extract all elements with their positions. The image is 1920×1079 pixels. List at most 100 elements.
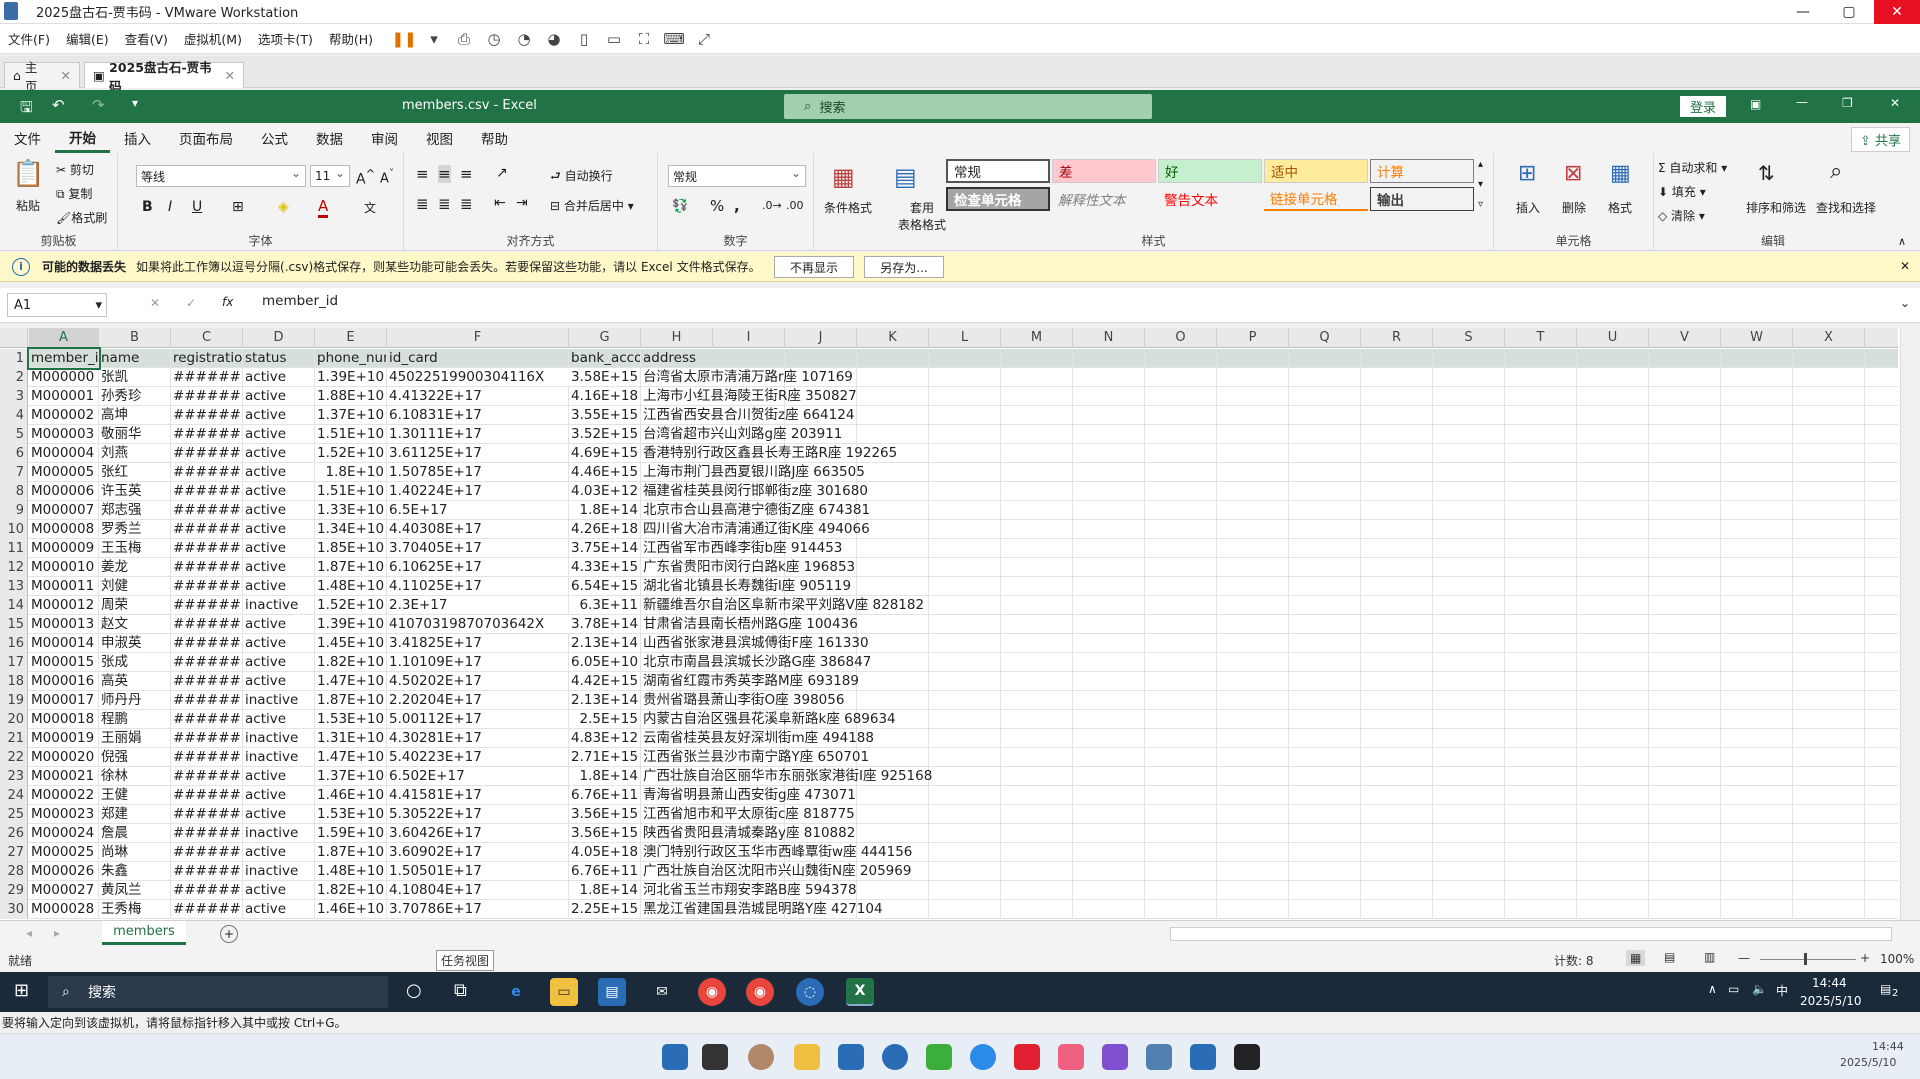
menu-help[interactable]: 帮助(H) — [321, 29, 381, 48]
revert-snapshot-icon[interactable]: ◔ — [513, 28, 535, 50]
cortana-icon[interactable]: ○ — [406, 980, 422, 1001]
empty-cell[interactable] — [1577, 710, 1649, 729]
cell[interactable]: 湖南省红霞市秀英李路M座 693189 — [641, 672, 1241, 691]
cell[interactable]: 1.52E+10 — [315, 596, 387, 615]
column-header-G[interactable]: G — [569, 328, 641, 348]
cell[interactable]: 湖北省北镇县长寿魏街l座 905119 — [641, 577, 1241, 596]
style-linked-cell[interactable]: 链接单元格 — [1264, 187, 1368, 211]
empty-cell[interactable] — [1649, 881, 1721, 900]
empty-cell[interactable] — [1433, 881, 1505, 900]
empty-cell[interactable] — [1721, 577, 1793, 596]
cell[interactable]: M000028 — [29, 900, 99, 919]
row-header[interactable]: 26 — [0, 824, 28, 843]
column-header-V[interactable]: V — [1649, 328, 1721, 348]
row-header[interactable]: 24 — [0, 786, 28, 805]
column-header-M[interactable]: M — [1001, 328, 1073, 348]
cell[interactable]: 3.75E+14 — [569, 539, 641, 558]
row-header[interactable]: 20 — [0, 710, 28, 729]
cell[interactable]: M000024 — [29, 824, 99, 843]
empty-cell[interactable] — [1505, 748, 1577, 767]
empty-cell[interactable] — [1721, 767, 1793, 786]
host-app-icon-1[interactable] — [702, 1044, 728, 1070]
cell[interactable]: 6.5E+17 — [387, 501, 569, 520]
decrease-decimal-icon[interactable]: .00 — [786, 199, 804, 212]
taskbar-search[interactable]: ⌕ 搜索 — [48, 976, 388, 1008]
cell[interactable]: 4.41581E+17 — [387, 786, 569, 805]
empty-cell[interactable] — [1721, 615, 1793, 634]
empty-cell[interactable] — [1649, 862, 1721, 881]
host-vmware-icon[interactable] — [1190, 1044, 1216, 1070]
cell[interactable]: 广西壮族自治区沈阳市兴山魏街N座 205969 — [641, 862, 1241, 881]
menu-tabs[interactable]: 选项卡(T) — [250, 29, 321, 48]
cell[interactable]: 4.10804E+17 — [387, 881, 569, 900]
host-app-icon-6[interactable] — [1102, 1044, 1128, 1070]
header-cell[interactable]: registratio — [171, 349, 243, 368]
cell[interactable]: 1.47E+10 — [315, 748, 387, 767]
zoom-slider-thumb[interactable] — [1804, 953, 1807, 965]
tab-home[interactable]: ⌂ 主页 ✕ — [4, 60, 80, 94]
column-header-E[interactable]: E — [315, 328, 387, 348]
empty-cell[interactable] — [1361, 824, 1433, 843]
find-select-button[interactable]: 查找和选择 — [1816, 199, 1876, 216]
cell[interactable]: 朱鑫 — [99, 862, 171, 881]
cut-button[interactable]: ✂ 剪切 — [56, 161, 94, 178]
empty-cell[interactable] — [1577, 862, 1649, 881]
row-header[interactable]: 19 — [0, 691, 28, 710]
cell[interactable]: 周荣 — [99, 596, 171, 615]
empty-cell[interactable] — [1505, 463, 1577, 482]
cell[interactable]: 4.30281E+17 — [387, 729, 569, 748]
cell[interactable]: 5.40223E+17 — [387, 748, 569, 767]
cell[interactable]: 王丽娟 — [99, 729, 171, 748]
header-cell[interactable]: bank_acco — [569, 349, 641, 368]
cell[interactable]: M000014 — [29, 634, 99, 653]
empty-cell[interactable] — [1793, 729, 1865, 748]
cell[interactable]: 6.502E+17 — [387, 767, 569, 786]
empty-cell[interactable] — [1505, 634, 1577, 653]
row-header[interactable]: 11 — [0, 539, 28, 558]
cell[interactable]: 1.47E+10 — [315, 672, 387, 691]
cell[interactable]: 云南省桂英县友好深圳街m座 494188 — [641, 729, 1241, 748]
style-explanatory[interactable]: 解释性文本 — [1052, 187, 1156, 211]
percent-icon[interactable]: % — [710, 197, 724, 215]
empty-cell[interactable] — [1793, 805, 1865, 824]
cell[interactable]: 江西省旭市和平太原街c座 818775 — [641, 805, 1241, 824]
cell[interactable]: 山西省张家港县滨城傅街F座 161330 — [641, 634, 1241, 653]
empty-cell[interactable] — [1361, 387, 1433, 406]
cell[interactable]: 江西省西安县合川贺街z座 664124 — [641, 406, 1241, 425]
cell[interactable]: 广西壮族自治区丽华市东丽张家港街I座 925168 — [641, 767, 1241, 786]
cell[interactable]: M000001 — [29, 387, 99, 406]
autosum-button[interactable]: Σ 自动求和 ▾ — [1658, 159, 1727, 176]
empty-cell[interactable] — [1505, 577, 1577, 596]
name-box[interactable]: A1 ▾ — [7, 293, 107, 317]
empty-cell[interactable] — [1289, 824, 1361, 843]
wrap-text-button[interactable]: ⮐ 自动换行 — [550, 167, 613, 188]
snapshot-manager-icon[interactable]: ◕ — [543, 28, 565, 50]
cell[interactable]: ####### — [171, 558, 243, 577]
cell[interactable]: M000009 — [29, 539, 99, 558]
cell[interactable]: 3.70405E+17 — [387, 539, 569, 558]
cell[interactable]: 1.8E+14 — [569, 501, 641, 520]
empty-cell[interactable] — [1361, 368, 1433, 387]
empty-cell[interactable] — [1289, 596, 1361, 615]
empty-cell[interactable] — [1433, 444, 1505, 463]
zoom-in-icon[interactable]: + — [1860, 951, 1870, 965]
cell[interactable]: 1.53E+10 — [315, 710, 387, 729]
close-icon[interactable]: ✕ — [61, 68, 71, 83]
host-app-icon-3[interactable] — [882, 1044, 908, 1070]
empty-cell[interactable] — [1361, 596, 1433, 615]
empty-cell[interactable] — [1649, 767, 1721, 786]
column-header-A[interactable]: A — [29, 328, 99, 348]
empty-cell[interactable] — [1505, 425, 1577, 444]
cell[interactable]: inactive — [243, 862, 315, 881]
empty-cell[interactable] — [1793, 349, 1865, 368]
empty-cell[interactable] — [1793, 881, 1865, 900]
host-edge-icon[interactable] — [970, 1044, 996, 1070]
empty-cell[interactable] — [1721, 368, 1793, 387]
style-neutral[interactable]: 适中 — [1264, 159, 1368, 183]
empty-cell[interactable] — [1577, 843, 1649, 862]
row-header[interactable]: 30 — [0, 900, 28, 919]
cell[interactable]: 3.56E+15 — [569, 824, 641, 843]
cell[interactable]: 3.56E+15 — [569, 805, 641, 824]
cell[interactable]: 内蒙古自治区强县花溪阜新路k座 689634 — [641, 710, 1241, 729]
notification-icon[interactable]: ▤ — [1880, 982, 1891, 996]
